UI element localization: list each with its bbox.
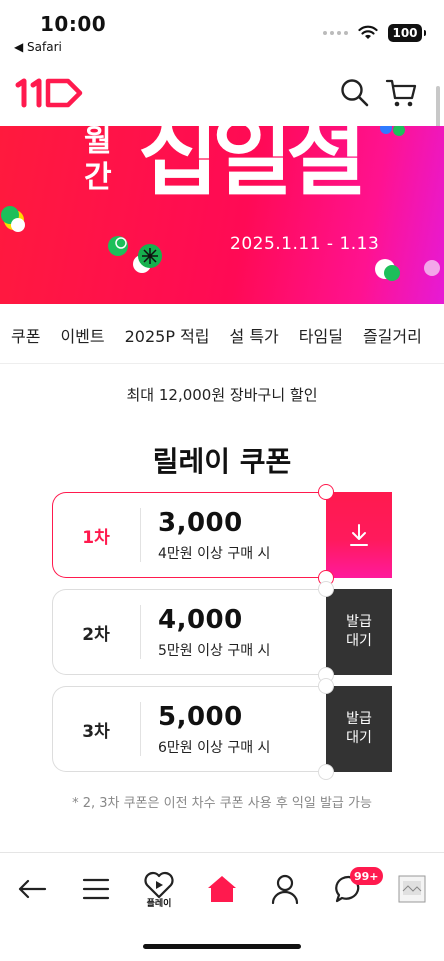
coupon-notch bbox=[318, 764, 334, 780]
banner-headline-2: 일 bbox=[212, 126, 293, 208]
coupon-condition: 6만원 이상 구매 시 bbox=[158, 740, 271, 756]
promo-banner[interactable]: 월 간 십 일 절 2025.1.11 - 1.13 bbox=[0, 126, 444, 304]
search-icon[interactable] bbox=[340, 78, 370, 108]
coupon-notch bbox=[318, 581, 334, 597]
coupon-notch bbox=[318, 678, 334, 694]
back-arrow-icon[interactable] bbox=[12, 869, 52, 909]
coupon-download-button[interactable] bbox=[326, 492, 392, 578]
coupon-pending-button[interactable]: 발급 대기 bbox=[326, 589, 392, 675]
coupon-stage: 3차 bbox=[82, 721, 110, 742]
11st-logo[interactable] bbox=[14, 76, 84, 114]
banner-date-range: 2025.1.11 - 1.13 bbox=[230, 234, 380, 254]
coupon-card-1[interactable]: 1차 3,000 4만원 이상 구매 시 bbox=[52, 484, 392, 586]
coupon-condition: 4만원 이상 구매 시 bbox=[158, 546, 271, 562]
coupon-amount: 5,000 bbox=[158, 702, 243, 732]
coupon-footnote: * 2, 3차 쿠폰은 이전 차수 쿠폰 사용 후 익일 발급 가능 bbox=[72, 796, 372, 811]
cart-icon[interactable] bbox=[385, 78, 417, 108]
coupon-condition: 5만원 이상 구매 시 bbox=[158, 643, 271, 659]
coupon-notch bbox=[318, 484, 334, 500]
coupon-action-line2: 대기 bbox=[346, 633, 372, 649]
banner-headline-1: 십 bbox=[138, 126, 219, 208]
category-nav: 쿠폰 이벤트 2025P 적립 설 특가 타임딜 즐길거리 bbox=[0, 306, 444, 364]
chat-badge: 99+ bbox=[350, 867, 383, 885]
home-icon[interactable] bbox=[202, 869, 242, 909]
category-event[interactable]: 이벤트 bbox=[50, 323, 114, 347]
coupon-action-line1: 발급 bbox=[346, 614, 372, 630]
coupon-subtitle: 최대 12,000원 장바구니 할인 bbox=[126, 386, 318, 404]
wifi-icon bbox=[358, 25, 378, 39]
category-seollal-deal[interactable]: 설 특가 bbox=[220, 323, 289, 347]
bottom-tabbar: 99+ bbox=[0, 852, 444, 924]
home-indicator bbox=[143, 944, 301, 949]
download-icon bbox=[350, 524, 368, 546]
coupon-stage: 1차 bbox=[82, 527, 110, 548]
category-points[interactable]: 2025P 적립 bbox=[115, 323, 220, 347]
status-time: 10:00 bbox=[40, 12, 107, 36]
coupon-divider bbox=[140, 508, 141, 562]
back-to-safari-link[interactable]: ◀ Safari bbox=[14, 40, 62, 54]
coupon-pending-button[interactable]: 발급 대기 bbox=[326, 686, 392, 772]
status-indicators: 100 bbox=[323, 24, 426, 42]
coupon-card-3[interactable]: 3차 5,000 6만원 이상 구매 시 발급 대기 bbox=[52, 678, 392, 780]
coupon-action-line2: 대기 bbox=[346, 730, 372, 746]
coupon-action-line1: 발급 bbox=[346, 711, 372, 727]
coupon-amount: 4,000 bbox=[158, 605, 243, 635]
battery-indicator: 100 bbox=[388, 24, 426, 42]
status-bar: 10:00 ◀ Safari 100 bbox=[0, 0, 444, 60]
person-icon[interactable] bbox=[265, 869, 305, 909]
coupon-card-2[interactable]: 2차 4,000 5만원 이상 구매 시 발급 대기 bbox=[52, 581, 392, 683]
app-header bbox=[0, 64, 444, 124]
banner-vertical-text-2: 간 bbox=[84, 160, 112, 195]
banner-headline-3: 절 bbox=[286, 126, 367, 208]
signal-dots-icon bbox=[323, 31, 348, 35]
category-fun[interactable]: 즐길거리 bbox=[353, 323, 432, 347]
thumbnail-icon[interactable] bbox=[392, 869, 432, 909]
coupon-divider bbox=[140, 605, 141, 659]
coupon-divider bbox=[140, 702, 141, 756]
coupon-title: 릴레이 쿠폰 bbox=[152, 445, 292, 478]
menu-icon[interactable] bbox=[76, 869, 116, 909]
category-coupon[interactable]: 쿠폰 bbox=[0, 323, 50, 347]
play-label: 플레이 bbox=[146, 899, 172, 909]
coupon-amount: 3,000 bbox=[158, 508, 243, 538]
category-timedeal[interactable]: 타임딜 bbox=[289, 323, 353, 347]
coupon-stage: 2차 bbox=[82, 624, 110, 645]
